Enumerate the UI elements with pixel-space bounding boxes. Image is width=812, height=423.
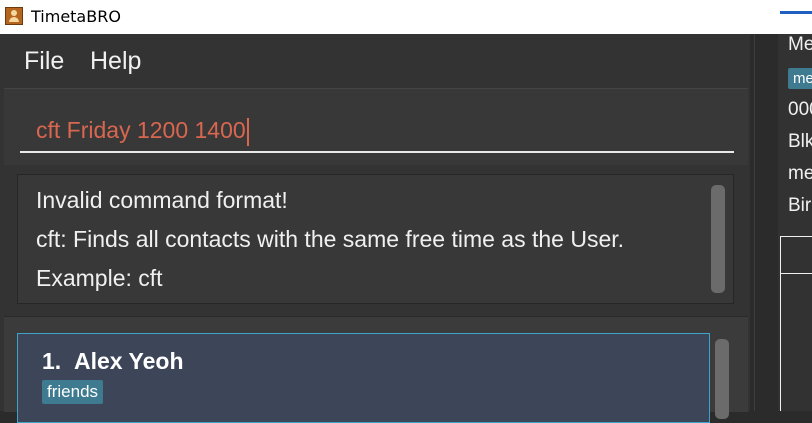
detail-line: Bir <box>788 195 812 216</box>
person-card[interactable]: 1. Alex Yeoh friends <box>17 333 710 423</box>
person-list-scrollbar-thumb[interactable] <box>715 339 729 419</box>
command-box-panel: cft Friday 1200 1400 <box>4 88 748 165</box>
detail-tag: me <box>788 68 812 89</box>
main-panel: File Help cft Friday 1200 1400 Invalid c… <box>0 34 750 423</box>
person-name: Alex Yeoh <box>73 348 184 374</box>
detail-line: Blk <box>788 131 812 152</box>
schedule-grid-row <box>781 273 812 274</box>
result-line: Example: cft <box>36 265 163 291</box>
result-display[interactable]: Invalid command format! cft: Finds all c… <box>17 174 734 304</box>
schedule-grid <box>780 236 812 411</box>
window-control-indicator[interactable] <box>780 0 812 14</box>
split-divider[interactable] <box>750 34 778 411</box>
detail-line: 000 <box>788 99 812 120</box>
detail-line: Me <box>788 34 812 55</box>
person-tag: friends <box>42 380 104 404</box>
detail-panel: Me me 000 Blk me Bir <box>778 34 812 411</box>
text-caret <box>246 117 249 146</box>
person-list-panel: 1. Alex Yeoh friends <box>4 316 748 423</box>
result-display-panel: Invalid command format! cft: Finds all c… <box>4 172 748 312</box>
app-icon <box>5 7 23 25</box>
menu-bar: File Help <box>0 34 750 88</box>
window-title: TimetaBRO <box>31 7 121 26</box>
result-scrollbar-thumb[interactable] <box>711 185 725 293</box>
result-line: Invalid command format! <box>36 187 288 213</box>
result-line: cft: Finds all contacts with the same fr… <box>36 226 625 252</box>
command-input-text: cft Friday 1200 1400 <box>36 117 246 143</box>
person-name-line: 1. Alex Yeoh <box>42 348 184 375</box>
title-bar: TimetaBRO <box>0 0 812 34</box>
menu-file[interactable]: File <box>24 47 64 76</box>
detail-line: me <box>788 163 812 184</box>
menu-help[interactable]: Help <box>90 47 141 76</box>
person-index: 1. <box>42 348 62 374</box>
command-input[interactable]: cft Friday 1200 1400 <box>20 107 734 153</box>
